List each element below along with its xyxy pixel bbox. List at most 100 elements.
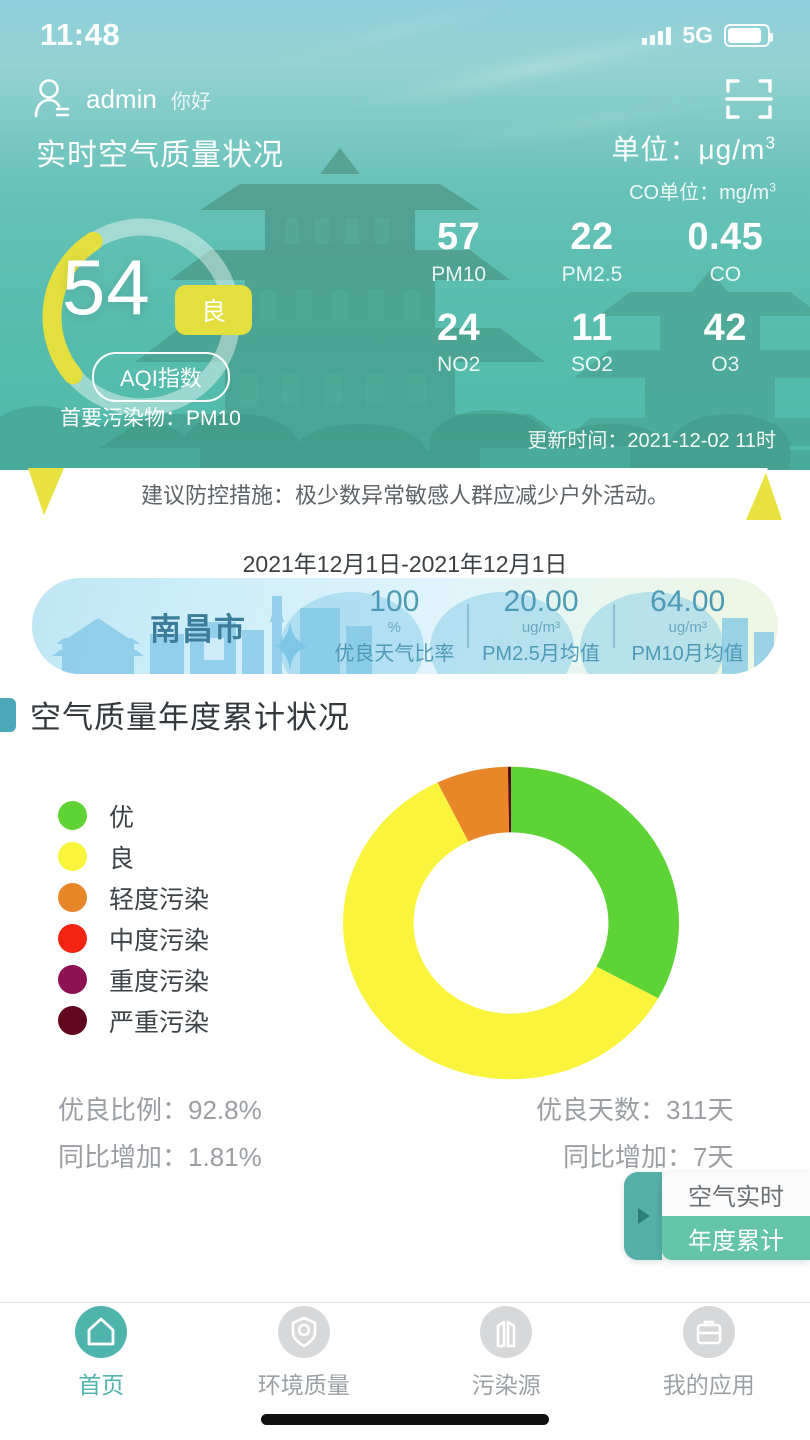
pollutant-item: 0.45 CO <box>659 216 792 287</box>
factory-icon <box>480 1306 533 1358</box>
legend-item: 良 <box>58 836 209 877</box>
city-stats: 100 % 优良天气比率 20.00 ug/m³ PM2.5月均值 64.00 … <box>322 578 760 674</box>
floating-view-switcher: 空气实时 年度累计 <box>624 1172 810 1260</box>
city-stat-value: 100 <box>369 585 420 619</box>
scan-qr-icon <box>725 79 773 119</box>
briefcase-icon <box>682 1306 735 1358</box>
primary-pollutant: 首要污染物：PM10 <box>60 407 241 430</box>
city-stat-value: 64.00 <box>650 585 726 619</box>
view-switcher-tab[interactable]: 年度累计 <box>662 1216 810 1260</box>
pollutant-item: 42 O3 <box>659 307 792 378</box>
advice-body: 建议防控措施：极少数异常敏感人群应减少户外活动。 <box>42 468 768 520</box>
aqi-donut-chart <box>322 758 700 1088</box>
legend-item: 优 <box>58 795 209 836</box>
status-bar: 11:48 5G <box>0 0 810 70</box>
city-stat-label: PM2.5月均值 <box>482 642 600 665</box>
quality-icon <box>277 1306 330 1358</box>
nav-item-环境质量[interactable]: 环境质量 <box>203 1306 406 1400</box>
user-avatar-icon <box>34 79 70 118</box>
aqi-value: 54 <box>62 243 151 331</box>
status-clock: 11:48 <box>40 17 121 52</box>
nav-item-label: 我的应用 <box>662 1372 755 1398</box>
view-switcher-tab[interactable]: 空气实时 <box>662 1172 810 1216</box>
donut-segment <box>511 766 679 999</box>
nav-item-我的应用[interactable]: 我的应用 <box>608 1306 810 1400</box>
yoy-days-stat: 同比增加：7天 <box>563 1142 734 1172</box>
aqi-level-badge: 良 <box>175 285 253 335</box>
pollutant-key: SO2 <box>570 353 613 377</box>
bottom-navigation: 首页 环境质量 污染源 我的应用 <box>0 1303 810 1403</box>
pollutant-key: PM10 <box>431 262 487 286</box>
legend-color-dot <box>58 1006 87 1035</box>
legend-item: 轻度污染 <box>58 877 209 918</box>
scan-button[interactable] <box>724 74 774 124</box>
advice-banner: 建议防控措施：极少数异常敏感人群应减少户外活动。 <box>0 468 810 520</box>
pollutant-item: 57 PM10 <box>392 216 525 287</box>
pollutant-key: PM2.5 <box>561 262 623 286</box>
legend-color-dot <box>58 842 87 871</box>
user-name-label: admin <box>86 83 157 114</box>
city-name: 南昌市 <box>150 612 246 647</box>
pollutant-value: 42 <box>703 306 747 349</box>
legend-label: 轻度污染 <box>109 885 210 914</box>
pollutant-value: 22 <box>570 216 614 258</box>
pollutant-key: O3 <box>711 353 740 377</box>
pollutant-value: 24 <box>437 306 481 349</box>
date-range-label: 2021年12月1日-2021年12月1日 <box>242 551 568 577</box>
battery-icon <box>724 23 773 47</box>
unit-main-label: 单位：μg/m3 <box>611 132 776 165</box>
donut-svg <box>343 766 679 1080</box>
chart-legend: 优 良 轻度污染 中度污染 重度污染 严重污染 <box>58 795 209 1041</box>
hero-banner: 11:48 5G admin 你好 实时空气质量状况 单位：μg/m3 CO单位… <box>0 0 810 470</box>
city-summary-card[interactable]: 南昌市 100 % 优良天气比率 20.00 ug/m³ PM2.5月均值 64… <box>32 578 778 674</box>
city-stat-value: 20.00 <box>503 585 579 619</box>
pollutant-item: 22 PM2.5 <box>525 216 658 287</box>
nav-item-label: 首页 <box>78 1372 125 1398</box>
aqi-index-chip[interactable]: AQI指数 <box>92 352 230 402</box>
nav-item-label: 环境质量 <box>257 1372 350 1398</box>
floating-switcher-tabs: 空气实时 年度累计 <box>662 1172 810 1260</box>
network-type-label: 5G <box>682 21 713 48</box>
play-arrow-icon <box>638 1208 650 1224</box>
home-icon <box>75 1306 128 1358</box>
status-indicators: 5G <box>642 21 773 49</box>
signal-bars-icon <box>642 26 672 45</box>
legend-label: 中度污染 <box>109 926 210 955</box>
legend-item: 中度污染 <box>58 918 209 959</box>
pollutant-grid: 57 PM10 22 PM2.5 0.45 CO 24 NO2 11 SO2 4… <box>392 216 792 377</box>
legend-label: 重度污染 <box>109 967 210 996</box>
city-stat-unit: ug/m³ <box>668 618 707 636</box>
pollutant-item: 11 SO2 <box>525 307 658 378</box>
legend-label: 良 <box>109 844 135 873</box>
update-time: 更新时间：2021-12-02 11时 <box>527 430 776 452</box>
pollutant-key: CO <box>709 262 742 286</box>
pollutant-item: 24 NO2 <box>392 307 525 378</box>
section-header: 空气质量年度累计状况 <box>0 692 350 737</box>
pollutant-value: 0.45 <box>687 216 764 258</box>
city-stat-item: 20.00 ug/m³ PM2.5月均值 <box>469 586 614 666</box>
city-stat-unit: % <box>387 618 401 636</box>
city-stat-item: 64.00 ug/m³ PM10月均值 <box>615 586 760 666</box>
legend-item: 严重污染 <box>58 1000 209 1041</box>
legend-color-dot <box>58 965 87 994</box>
nav-item-首页[interactable]: 首页 <box>0 1306 203 1400</box>
legend-color-dot <box>58 924 87 953</box>
nav-item-污染源[interactable]: 污染源 <box>405 1306 608 1400</box>
co-unit-label: CO单位：mg/m3 <box>629 180 776 204</box>
legend-label: 严重污染 <box>109 1008 210 1037</box>
nav-item-label: 污染源 <box>471 1372 541 1398</box>
legend-color-dot <box>58 801 87 830</box>
advice-text: 建议防控措施：极少数异常敏感人群应减少户外活动。 <box>140 483 669 508</box>
pollutant-value: 11 <box>571 306 613 349</box>
section-title: 空气质量年度累计状况 <box>30 700 350 735</box>
yoy-ratio-stat: 同比增加：1.81% <box>58 1142 262 1172</box>
legend-label: 优 <box>109 803 135 832</box>
city-stat-unit: ug/m³ <box>521 618 561 636</box>
good-days-stat: 优良天数：311天 <box>536 1095 734 1125</box>
floating-switcher-handle[interactable] <box>624 1172 662 1260</box>
app-root: 11:48 5G admin 你好 实时空气质量状况 单位：μg/m3 CO单位… <box>0 0 810 1440</box>
good-ratio-stat: 优良比例：92.8% <box>58 1095 262 1125</box>
city-stat-label: 优良天气比率 <box>334 642 455 665</box>
user-greeting-row[interactable]: admin 你好 <box>32 78 211 120</box>
unit-info: 单位：μg/m3 CO单位：mg/m3 <box>612 128 776 205</box>
